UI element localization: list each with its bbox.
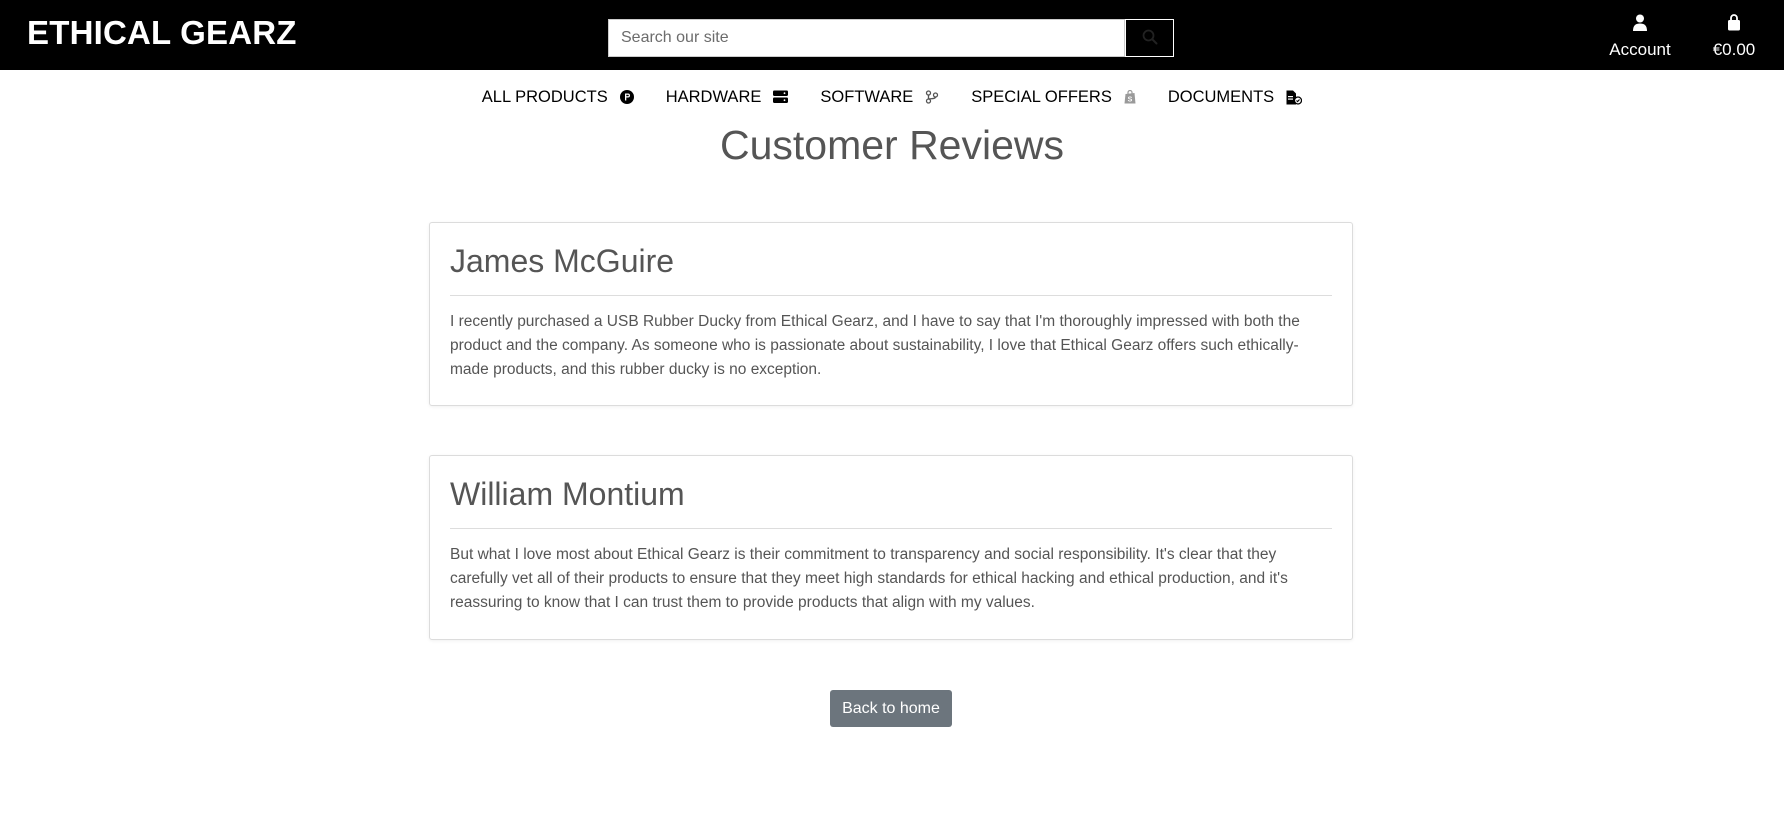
nav-hardware[interactable]: HARDWARE [666, 88, 789, 107]
page-title: Customer Reviews [719, 122, 1065, 168]
nav-software[interactable]: SOFTWARE [820, 88, 939, 107]
account-label: Account [1609, 40, 1671, 59]
search-input[interactable] [608, 19, 1125, 57]
review-card: James McGuire I recently purchased a USB… [429, 222, 1353, 406]
account-link[interactable]: Account [1600, 14, 1680, 60]
nav-label: SPECIAL OFFERS [971, 87, 1112, 106]
review-text: But what I love most about Ethical Gearz… [450, 546, 1288, 611]
cart-total: €0.00 [1712, 40, 1756, 59]
nav-label: SOFTWARE [820, 87, 914, 106]
nav-special-offers[interactable]: SPECIAL OFFERS S [971, 88, 1136, 107]
review-text: I recently purchased a USB Rubber Ducky … [450, 313, 1300, 378]
svg-text:S: S [1128, 97, 1133, 104]
nav-all-products[interactable]: ALL PRODUCTS [482, 88, 634, 107]
nav-label: HARDWARE [665, 87, 762, 106]
product-hunt-icon [619, 90, 634, 104]
reviewer-name: James McGuire [450, 241, 1332, 296]
server-icon [773, 90, 789, 104]
shopify-icon: S [1124, 90, 1136, 104]
code-branch-icon [925, 90, 939, 104]
search-form [608, 19, 1174, 57]
cart-link[interactable]: €0.00 [1706, 14, 1762, 60]
search-button[interactable] [1125, 19, 1174, 57]
top-header: ETHICAL GEARZ Account [0, 0, 1784, 70]
review-card: William Montium But what I love most abo… [429, 455, 1353, 640]
file-invoice-icon [1286, 90, 1303, 105]
reviewer-name: William Montium [450, 474, 1332, 529]
nav-documents[interactable]: DOCUMENTS [1167, 87, 1303, 107]
search-icon [1142, 29, 1158, 48]
main-navigation: ALL PRODUCTS HARDWARE SOFTWARE SPECIAL O… [0, 70, 1784, 124]
nav-label: DOCUMENTS [1167, 87, 1275, 106]
back-to-home-button[interactable]: Back to home [830, 690, 952, 727]
site-logo[interactable]: ETHICAL GEARZ [27, 14, 297, 52]
shopping-bag-icon [1727, 14, 1741, 32]
nav-label: ALL PRODUCTS [481, 87, 608, 106]
user-icon [1633, 14, 1647, 32]
